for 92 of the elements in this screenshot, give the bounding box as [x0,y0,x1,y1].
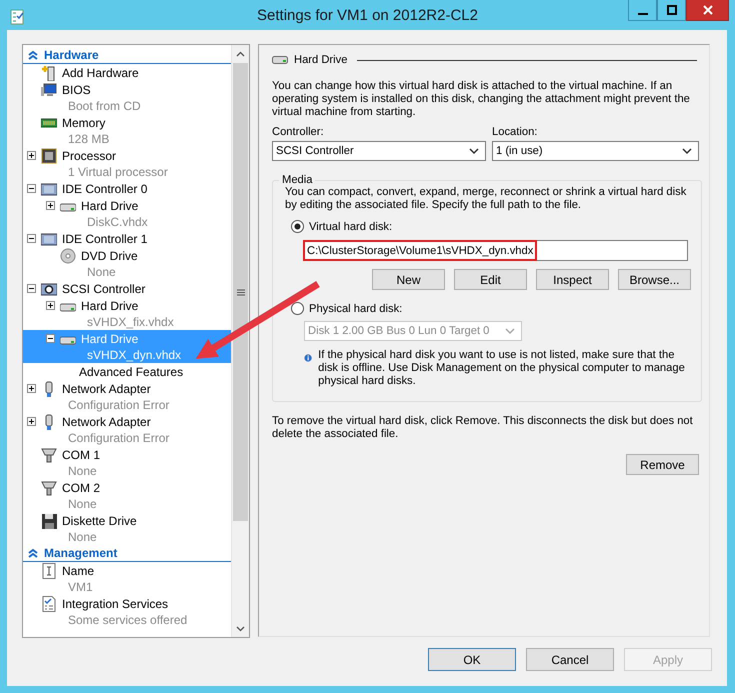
scroll-down-icon [236,626,245,632]
maximize-button[interactable] [657,0,686,21]
panel-title: Hard Drive [294,54,348,66]
tree-item[interactable]: COM 2 [62,480,100,494]
item-detail: sVHDX_dyn.vhdx [87,348,182,362]
expand-icon[interactable] [46,301,55,310]
drive-icon [272,55,288,65]
item-detail: Configuration Error [68,398,170,412]
monitor-icon [41,82,57,98]
radio-button[interactable] [291,302,304,315]
expand-icon[interactable] [46,201,55,210]
item-detail: Boot from CD [68,99,141,113]
tree-item[interactable]: Network Adapter [62,414,151,428]
description-text: You can compact, convert, expand, merge, reconnect or shrink a virtual hard disk by editing the associated file. Specify the full path to the file. [285,186,688,212]
tree-item[interactable]: IDE Controller 0 [62,182,148,196]
tree-item[interactable]: Advanced Features [79,364,184,378]
radio-label[interactable]: Virtual hard disk: [309,220,392,232]
group-title: Media [281,174,314,186]
section-header: Hardware [44,48,99,62]
tree-item[interactable]: DVD Drive [81,248,138,262]
action-button[interactable]: Inspect [536,269,609,290]
path-field[interactable]: C:\ClusterStorage\Volume1\sVHDX_dyn.vhdx [303,240,688,261]
collapse-icon[interactable] [46,334,55,343]
collapse-icon[interactable] [27,284,36,293]
tree-item[interactable]: Add Hardware [62,66,139,80]
action-button[interactable]: New [372,269,445,290]
radio-label[interactable]: Physical hard disk: [309,302,402,314]
field-label: Controller: [272,126,324,138]
dialog-button[interactable]: OK [428,648,516,671]
expand-icon[interactable] [27,151,36,160]
chevron-down-icon [469,148,479,154]
text-cursor-icon [41,562,57,578]
hardware-icon [41,64,57,80]
port-icon [41,480,57,496]
dropdown[interactable]: 1 (in use) [492,141,699,161]
radio-button[interactable] [291,220,304,233]
chevron-down-icon [682,148,692,154]
window-title: Settings for VM1 on 2012R2-CL2 [257,7,478,24]
tree-item[interactable]: COM 1 [62,448,100,462]
chip-icon [41,148,57,164]
minimize-icon [638,13,648,15]
dropdown[interactable]: SCSI Controller [272,141,486,161]
item-detail: 1 Virtual processor [68,165,168,179]
diskette-icon [41,512,57,528]
action-button[interactable]: Edit [454,269,527,290]
tree-item[interactable]: Hard Drive [81,298,138,312]
item-detail: VM1 [68,580,93,594]
field-label: Location: [492,126,538,138]
item-detail: Some services offered [68,613,188,627]
maximize-icon [666,5,676,15]
item-detail: 128 MB [68,132,110,146]
item-detail: None [68,530,97,544]
tree-item[interactable]: Name [62,564,94,578]
section-header: Management [44,546,118,560]
tree-item[interactable]: Processor [62,148,116,162]
tree-item[interactable]: Network Adapter [62,382,151,396]
close-button[interactable] [686,0,729,21]
collapse-icon[interactable] [27,234,36,243]
action-button[interactable]: Browse... [618,269,691,290]
tree-item[interactable]: SCSI Controller [62,282,146,296]
info-text: If the physical hard disk you want to use is not listed, make sure that the disk is offline. Use Disk Management on the physical computer to manage physical hard disks. [318,349,686,388]
checklist-icon [41,596,57,612]
expand-icon[interactable] [27,384,36,393]
tree-item[interactable]: IDE Controller 1 [62,232,148,246]
description-text: To remove the virtual hard disk, click Remove. This disconnects the disk but does not delete the associated file. [272,415,694,441]
description-text: You can change how this virtual hard disk is attached to the virtual machine. If an operating system is installed on this disk, changing the attachment might prevent the virtual machine from starting. [272,80,691,119]
scroll-up-icon [236,50,245,56]
port-icon [41,446,57,462]
tree-item[interactable]: Memory [62,116,106,130]
item-detail: None [68,497,97,511]
tree-item[interactable]: BIOS [62,82,91,96]
scrollbar-thumb[interactable] [233,63,248,521]
item-detail: Configuration Error [68,431,170,445]
app-icon [9,9,25,25]
dialog-button[interactable]: Cancel [526,648,614,671]
disc-icon [60,248,76,264]
tree-item[interactable]: Hard Drive [81,198,138,212]
item-detail: None [68,464,97,478]
item-detail: None [87,265,116,279]
item-detail: DiskC.vhdx [87,215,148,229]
controller-icon [41,180,57,196]
tree-item[interactable]: Integration Services [62,596,168,610]
expand-icon[interactable] [27,417,36,426]
remove-button[interactable]: Remove [626,454,699,475]
tree-item[interactable]: Diskette Drive [62,514,137,528]
close-icon [702,5,712,15]
item-detail: sVHDX_fix.vhdx [87,315,174,329]
chevron-down-icon [505,328,515,334]
controller-icon [41,230,57,246]
collapse-icon[interactable] [27,184,36,193]
controller-icon [41,280,57,296]
minimize-button[interactable] [628,0,657,21]
